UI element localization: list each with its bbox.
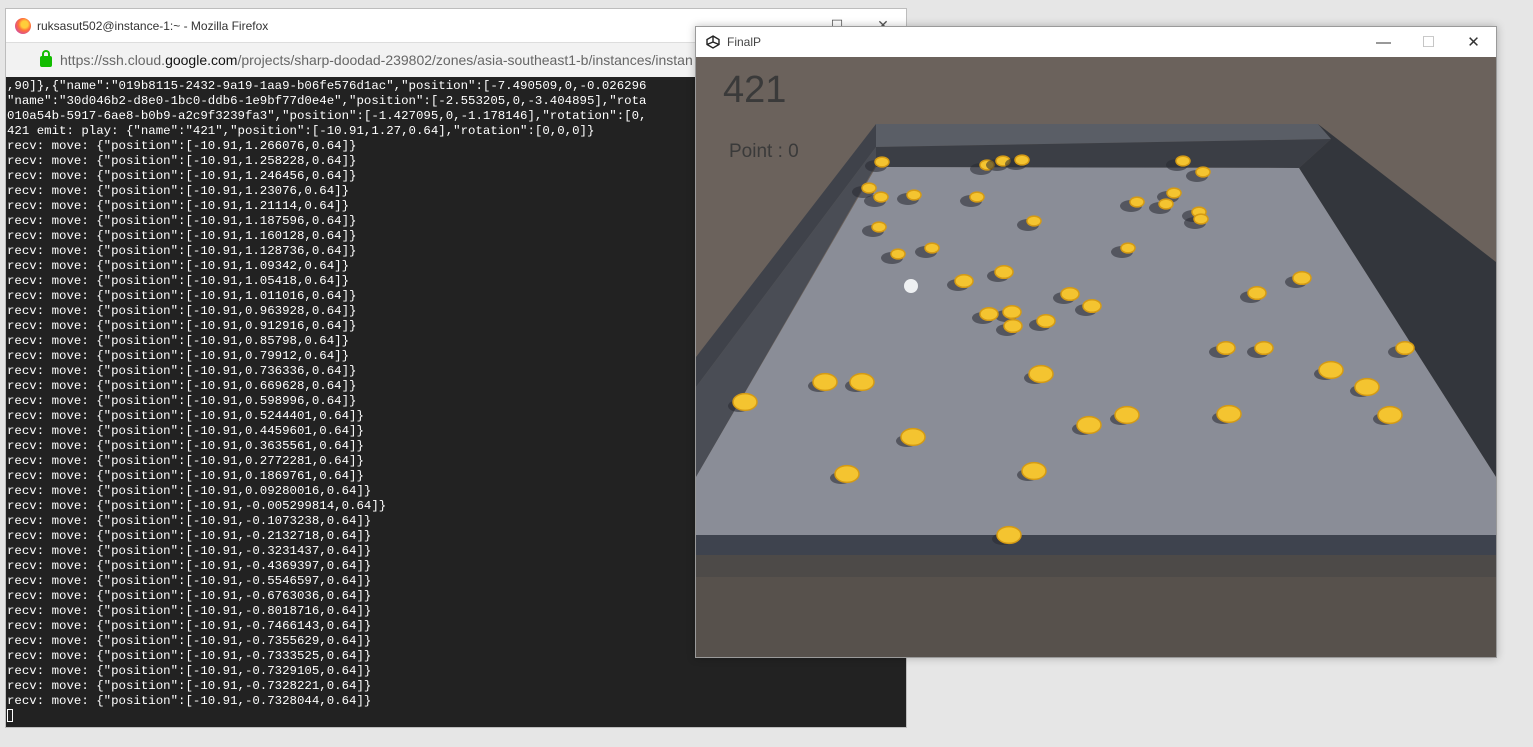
coin bbox=[954, 273, 974, 289]
game-viewport[interactable]: 421 Point : 0 bbox=[696, 57, 1496, 657]
game-window-title: FinalP bbox=[727, 35, 762, 49]
coin bbox=[994, 264, 1014, 280]
maximize-icon: ☐ bbox=[1421, 34, 1436, 51]
coin bbox=[1318, 360, 1344, 380]
coin bbox=[874, 156, 890, 168]
coin bbox=[996, 525, 1022, 545]
coin bbox=[1026, 215, 1042, 227]
coin bbox=[1014, 154, 1030, 166]
coin bbox=[1158, 198, 1174, 210]
table-edge bbox=[696, 555, 1496, 577]
coin bbox=[1003, 318, 1023, 334]
coin bbox=[1021, 461, 1047, 481]
coin bbox=[849, 372, 875, 392]
coin bbox=[1195, 166, 1211, 178]
coin bbox=[924, 242, 940, 254]
terminal-cursor bbox=[7, 709, 13, 722]
unity-icon bbox=[706, 35, 720, 49]
coin bbox=[1002, 304, 1022, 320]
terminal-line: recv: move: {"position":[-10.91,-0.73280… bbox=[7, 694, 372, 708]
coin bbox=[1166, 187, 1182, 199]
coin bbox=[1120, 242, 1136, 254]
coin bbox=[1036, 313, 1056, 329]
coin bbox=[1247, 285, 1267, 301]
coin bbox=[1216, 404, 1242, 424]
coin bbox=[1060, 286, 1080, 302]
url-prefix: https://ssh.cloud. bbox=[60, 52, 166, 68]
minimize-icon[interactable]: — bbox=[1361, 27, 1406, 57]
coin bbox=[979, 306, 999, 322]
coin bbox=[861, 182, 877, 194]
coin bbox=[1193, 213, 1209, 225]
coin bbox=[873, 191, 889, 203]
window-title: ruksasut502@instance-1:~ - Mozilla Firef… bbox=[37, 18, 269, 33]
coin bbox=[812, 372, 838, 392]
game-window: FinalP — ☐ ✕ 421 Point : 0 bbox=[695, 26, 1497, 658]
ball bbox=[904, 279, 918, 293]
coin bbox=[834, 464, 860, 484]
coin bbox=[1395, 340, 1415, 356]
terminal-line: recv: move: {"position":[-10.91,-0.73291… bbox=[7, 664, 372, 678]
coin bbox=[969, 191, 985, 203]
coin bbox=[1377, 405, 1403, 425]
coin bbox=[1114, 405, 1140, 425]
game-titlebar[interactable]: FinalP — ☐ ✕ bbox=[696, 27, 1496, 57]
firefox-icon bbox=[15, 17, 31, 34]
coin bbox=[1082, 298, 1102, 314]
coin bbox=[1354, 377, 1380, 397]
url-path: /projects/sharp-doodad-239802/zones/asia… bbox=[237, 52, 693, 68]
coin bbox=[1129, 196, 1145, 208]
coin bbox=[871, 221, 887, 233]
coin bbox=[1216, 340, 1236, 356]
terminal-line: recv: move: {"position":[-10.91,-0.73282… bbox=[7, 679, 372, 693]
coin bbox=[732, 392, 758, 412]
coin bbox=[906, 189, 922, 201]
coin bbox=[890, 248, 906, 260]
game-scene bbox=[696, 57, 1496, 657]
coin bbox=[1175, 155, 1191, 167]
url-host: google.com bbox=[165, 52, 238, 68]
coin bbox=[1292, 270, 1312, 286]
coin bbox=[1028, 364, 1054, 384]
coin bbox=[900, 427, 926, 447]
points-label: Point : 0 bbox=[729, 141, 799, 162]
coin bbox=[1254, 340, 1274, 356]
floor-front-edge bbox=[696, 535, 1496, 555]
close-icon[interactable]: ✕ bbox=[1451, 27, 1496, 57]
score: 421 bbox=[723, 69, 787, 111]
lock-icon bbox=[40, 49, 52, 67]
coin bbox=[1076, 415, 1102, 435]
